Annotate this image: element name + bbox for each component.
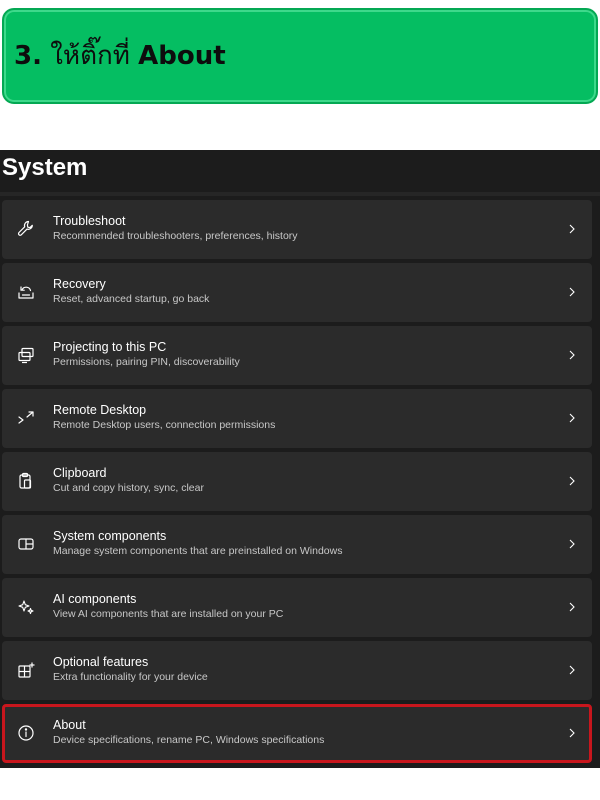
chevron-right-icon bbox=[568, 222, 576, 236]
settings-item-subtitle: Permissions, pairing PIN, discoverabilit… bbox=[53, 356, 240, 368]
chevron-right-icon bbox=[568, 285, 576, 299]
instruction-target: About bbox=[138, 41, 226, 71]
settings-item-ai-components[interactable]: AI components View AI components that ar… bbox=[2, 578, 592, 637]
settings-item-title: Troubleshoot bbox=[53, 214, 126, 228]
page-title: System bbox=[2, 154, 88, 181]
settings-item-title: Clipboard bbox=[53, 466, 107, 480]
settings-item-subtitle: Device specifications, rename PC, Window… bbox=[53, 734, 325, 746]
scrolled-row-edge bbox=[0, 192, 600, 196]
chevron-right-icon bbox=[568, 411, 576, 425]
settings-item-projecting[interactable]: Projecting to this PC Permissions, pairi… bbox=[2, 326, 592, 385]
chevron-right-icon bbox=[568, 474, 576, 488]
add-apps-icon bbox=[16, 660, 36, 680]
instruction-banner: 3. ให้ติ๊กที่ About bbox=[2, 8, 598, 104]
settings-item-title: AI components bbox=[53, 592, 137, 606]
remote-desktop-icon bbox=[16, 408, 36, 428]
settings-item-subtitle: Remote Desktop users, connection permiss… bbox=[53, 419, 276, 431]
settings-item-subtitle: View AI components that are installed on… bbox=[53, 608, 284, 620]
projector-icon bbox=[16, 345, 36, 365]
system-components-icon bbox=[16, 534, 36, 554]
settings-item-subtitle: Manage system components that are preins… bbox=[53, 545, 343, 557]
settings-item-remote-desktop[interactable]: Remote Desktop Remote Desktop users, con… bbox=[2, 389, 592, 448]
instruction-text: 3. ให้ติ๊กที่ About bbox=[14, 36, 226, 76]
settings-item-system-components[interactable]: System components Manage system componen… bbox=[2, 515, 592, 574]
clipboard-icon bbox=[16, 471, 36, 491]
settings-item-optional-features[interactable]: Optional features Extra functionality fo… bbox=[2, 641, 592, 700]
recovery-icon bbox=[16, 282, 36, 302]
settings-item-title: Projecting to this PC bbox=[53, 340, 167, 354]
settings-item-troubleshoot[interactable]: Troubleshoot Recommended troubleshooters… bbox=[2, 200, 592, 259]
wrench-icon bbox=[16, 219, 36, 239]
chevron-right-icon bbox=[568, 726, 576, 740]
settings-panel: System Troubleshoot Recommended troubles… bbox=[0, 150, 600, 768]
settings-item-title: System components bbox=[53, 529, 167, 543]
chevron-right-icon bbox=[568, 537, 576, 551]
chevron-right-icon bbox=[568, 348, 576, 362]
chevron-right-icon bbox=[568, 600, 576, 614]
sparkle-icon bbox=[16, 597, 36, 617]
settings-item-title: Recovery bbox=[53, 277, 106, 291]
settings-item-about[interactable]: About Device specifications, rename PC, … bbox=[2, 704, 592, 763]
info-icon bbox=[16, 723, 36, 743]
step-number: 3. bbox=[14, 41, 42, 71]
settings-item-subtitle: Recommended troubleshooters, preferences… bbox=[53, 230, 298, 242]
settings-item-subtitle: Extra functionality for your device bbox=[53, 671, 208, 683]
settings-item-clipboard[interactable]: Clipboard Cut and copy history, sync, cl… bbox=[2, 452, 592, 511]
settings-item-subtitle: Cut and copy history, sync, clear bbox=[53, 482, 204, 494]
settings-item-title: Remote Desktop bbox=[53, 403, 147, 417]
settings-item-title: About bbox=[53, 718, 86, 732]
settings-item-title: Optional features bbox=[53, 655, 149, 669]
settings-item-subtitle: Reset, advanced startup, go back bbox=[53, 293, 210, 305]
settings-item-recovery[interactable]: Recovery Reset, advanced startup, go bac… bbox=[2, 263, 592, 322]
instruction-phrase: ให้ติ๊กที่ bbox=[50, 41, 130, 71]
chevron-right-icon bbox=[568, 663, 576, 677]
